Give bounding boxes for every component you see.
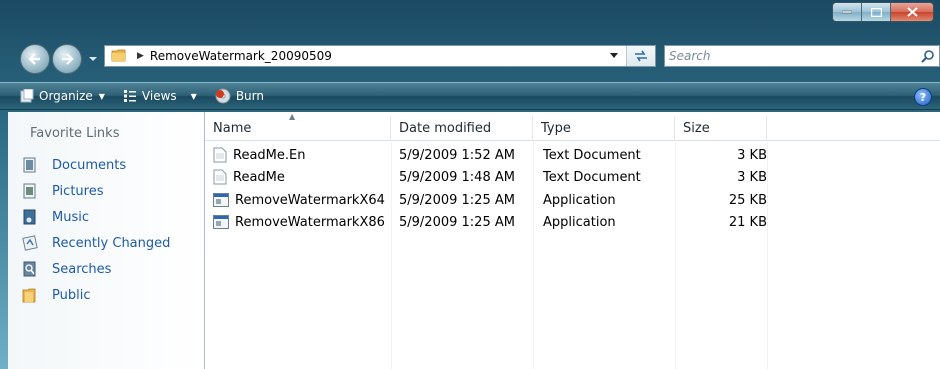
forward-button[interactable]	[52, 44, 82, 74]
sidebar-item-documents[interactable]: Documents	[22, 154, 126, 176]
views-button[interactable]: Views ▼	[117, 85, 203, 107]
file-size: 25 KB	[728, 192, 767, 208]
address-dropdown-icon[interactable]	[609, 52, 619, 60]
sidebar-item-public[interactable]: Public	[22, 284, 90, 306]
column-header-type[interactable]: Type	[533, 116, 675, 140]
sort-ascending-icon: ▲	[289, 112, 296, 121]
file-row[interactable]: RemoveWatermarkX86 5/9/2009 1:25 AM Appl…	[205, 211, 785, 233]
file-date: 5/9/2009 1:48 AM	[399, 169, 515, 185]
organize-label: Organize	[39, 89, 93, 103]
file-date: 5/9/2009 1:25 AM	[399, 214, 515, 230]
file-row[interactable]: ReadMe.En 5/9/2009 1:52 AM Text Document…	[205, 144, 785, 166]
file-name: RemoveWatermarkX86	[235, 214, 385, 230]
command-bar: Organize ▼ Views ▼ Burn ?	[0, 82, 940, 110]
sidebar-item-pictures[interactable]: Pictures	[22, 180, 103, 202]
recent-pages-dropdown-icon[interactable]	[88, 54, 98, 64]
sidebar-item-recently-changed[interactable]: Recently Changed	[22, 232, 170, 254]
organize-dropdown-icon: ▼	[98, 91, 105, 101]
sidebar-item-music[interactable]: Music	[22, 206, 89, 228]
header-divider	[205, 140, 940, 141]
views-icon	[123, 89, 137, 103]
file-date: 5/9/2009 1:25 AM	[399, 192, 515, 208]
back-arrow-icon	[28, 53, 40, 65]
navigation-pane: Favorite Links Documents Pictures Music …	[8, 112, 205, 369]
burn-disc-icon	[215, 88, 231, 104]
column-divider	[533, 140, 534, 369]
application-icon	[213, 193, 229, 207]
file-type: Application	[543, 192, 616, 208]
forward-arrow-icon	[62, 53, 74, 65]
column-header-date-modified[interactable]: Date modified	[391, 116, 533, 140]
close-icon	[906, 7, 918, 17]
window-controls	[832, 2, 934, 22]
folder-icon	[111, 47, 127, 66]
column-divider	[767, 140, 768, 369]
favorite-links-heading: Favorite Links	[30, 126, 120, 141]
explorer-window: ▶ RemoveWatermark_20090509 Organize ▼ Vi…	[0, 0, 940, 369]
file-name: ReadMe.En	[233, 147, 306, 163]
close-button[interactable]	[891, 3, 933, 21]
recently-changed-icon	[22, 235, 38, 251]
burn-button[interactable]: Burn	[209, 85, 270, 107]
file-name: ReadMe	[233, 169, 285, 185]
file-row[interactable]: RemoveWatermarkX64 5/9/2009 1:25 AM Appl…	[205, 189, 785, 211]
maximize-icon	[870, 7, 882, 17]
file-list: ▲ Name Date modified Type Size ReadMe.En…	[205, 112, 940, 369]
documents-icon	[22, 157, 38, 173]
minimize-icon	[842, 10, 852, 14]
views-label: Views	[141, 89, 177, 103]
file-type: Text Document	[543, 169, 641, 185]
file-size: 21 KB	[728, 214, 767, 230]
pictures-icon	[22, 183, 38, 199]
column-divider	[675, 140, 676, 369]
search-box[interactable]	[664, 45, 940, 67]
help-icon[interactable]: ?	[914, 88, 932, 106]
application-icon	[213, 215, 229, 229]
breadcrumb-folder[interactable]: RemoveWatermark_20090509	[150, 49, 332, 63]
minimize-button[interactable]	[833, 3, 862, 21]
text-document-icon	[213, 169, 227, 185]
music-icon	[22, 209, 38, 225]
sidebar-item-searches[interactable]: Searches	[22, 258, 111, 280]
text-document-icon	[213, 147, 227, 163]
content-area: Favorite Links Documents Pictures Music …	[8, 112, 940, 369]
searches-icon	[22, 261, 38, 277]
file-size: 3 KB	[737, 169, 767, 185]
organize-icon	[20, 89, 34, 103]
address-bar[interactable]: ▶ RemoveWatermark_20090509	[104, 45, 656, 67]
back-button[interactable]	[20, 44, 50, 74]
organize-button[interactable]: Organize ▼	[14, 85, 111, 107]
public-folder-icon	[22, 287, 38, 303]
column-divider	[391, 140, 392, 369]
file-name: RemoveWatermarkX64	[235, 192, 385, 208]
refresh-icon	[635, 50, 647, 62]
refresh-button[interactable]	[626, 46, 655, 66]
title-bar	[0, 0, 940, 36]
column-header-size[interactable]: Size	[675, 116, 767, 140]
breadcrumb-arrow-icon[interactable]: ▶	[137, 51, 144, 61]
file-type: Text Document	[543, 147, 641, 163]
maximize-button[interactable]	[862, 3, 891, 21]
views-dropdown-icon: ▼	[190, 91, 197, 101]
column-header-name[interactable]: ▲ Name	[205, 112, 391, 140]
file-size: 3 KB	[737, 147, 767, 163]
file-row[interactable]: ReadMe 5/9/2009 1:48 AM Text Document 3 …	[205, 166, 785, 188]
search-icon[interactable]	[921, 49, 935, 63]
file-type: Application	[543, 214, 616, 230]
burn-label: Burn	[235, 89, 264, 103]
search-input[interactable]	[669, 48, 909, 64]
file-date: 5/9/2009 1:52 AM	[399, 147, 515, 163]
